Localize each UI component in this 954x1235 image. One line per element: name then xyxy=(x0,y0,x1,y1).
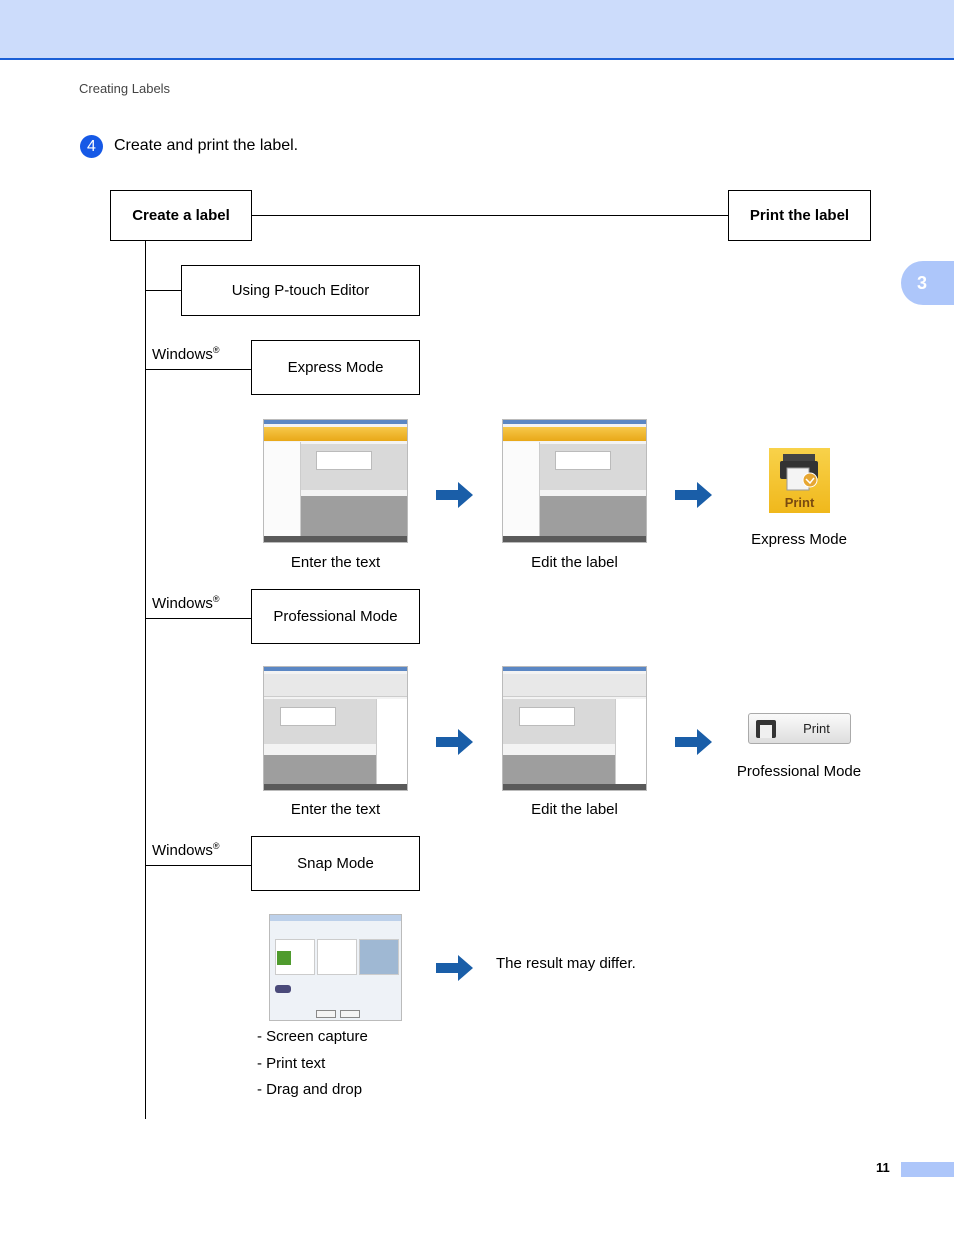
connector-line xyxy=(145,369,251,370)
footer-bar xyxy=(901,1162,954,1177)
os-name: Windows xyxy=(152,346,213,363)
registered-mark: ® xyxy=(212,841,220,851)
using-editor-box: Using P-touch Editor xyxy=(181,265,420,316)
section-title: Creating Labels xyxy=(79,81,171,96)
step-instruction: Create and print the label. xyxy=(114,137,299,154)
screenshot-caption: Enter the text xyxy=(290,554,381,571)
create-label-box: Create a label xyxy=(110,190,252,241)
express-mode-box: Express Mode xyxy=(251,340,420,395)
print-button-label: Print xyxy=(784,495,815,510)
professional-print-button[interactable]: Print xyxy=(748,713,851,744)
windows-label: Windows® xyxy=(152,594,220,612)
feature-item: - Drag and drop xyxy=(257,1081,363,1098)
professional-mode-box: Professional Mode xyxy=(251,589,420,644)
print-caption: Express Mode xyxy=(751,531,847,548)
windows-label: Windows® xyxy=(152,841,220,859)
connector-line xyxy=(252,215,728,216)
windows-label: Windows® xyxy=(152,345,220,363)
screenshot-caption: Edit the label xyxy=(531,801,618,818)
connector-line xyxy=(145,618,251,619)
page-number: 11 xyxy=(876,1160,890,1175)
express-enter-text-screenshot xyxy=(263,419,408,543)
arrow-right-icon xyxy=(436,482,473,508)
step-number-badge: 4 xyxy=(80,135,103,158)
flow-spine xyxy=(145,241,146,1119)
connector-line xyxy=(145,290,181,291)
print-caption: Professional Mode xyxy=(736,763,862,780)
registered-mark: ® xyxy=(212,345,220,355)
result-note: The result may differ. xyxy=(496,955,636,972)
professional-edit-label-screenshot xyxy=(502,666,647,791)
professional-enter-text-screenshot xyxy=(263,666,408,791)
arrow-right-icon xyxy=(675,729,712,755)
os-name: Windows xyxy=(152,595,213,612)
connector-line xyxy=(145,865,251,866)
os-name: Windows xyxy=(152,842,213,859)
express-edit-label-screenshot xyxy=(502,419,647,543)
screenshot-caption: Enter the text xyxy=(290,801,381,818)
print-button-label: Print xyxy=(803,721,830,736)
arrow-right-icon xyxy=(675,482,712,508)
feature-item: - Screen capture xyxy=(257,1028,368,1045)
chapter-tab[interactable]: 3 xyxy=(901,261,954,305)
header-band xyxy=(0,0,954,60)
print-label-box: Print the label xyxy=(728,190,871,241)
printer-icon xyxy=(756,720,776,738)
snap-mode-box: Snap Mode xyxy=(251,836,420,891)
screenshot-caption: Edit the label xyxy=(531,554,618,571)
arrow-right-icon xyxy=(436,955,473,981)
arrow-right-icon xyxy=(436,729,473,755)
registered-mark: ® xyxy=(212,594,220,604)
feature-item: - Print text xyxy=(257,1055,326,1072)
express-print-button[interactable]: Print xyxy=(769,448,830,513)
snap-mode-dialog-screenshot xyxy=(269,914,402,1021)
